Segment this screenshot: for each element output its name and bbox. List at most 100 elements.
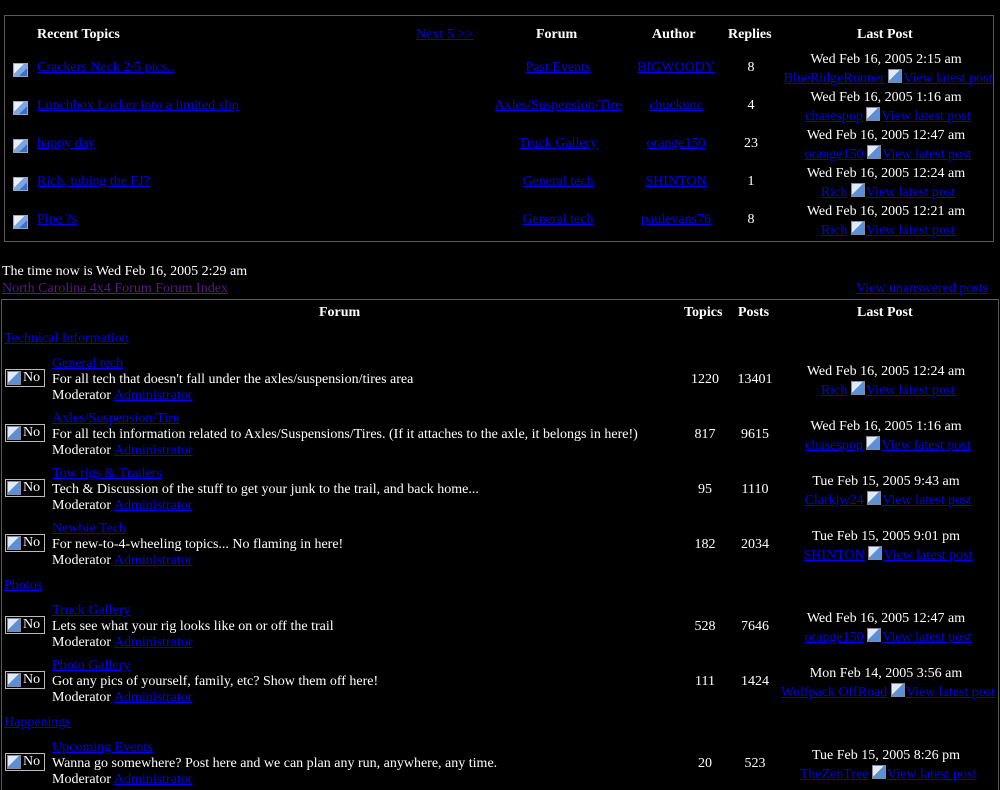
recent-topic-link[interactable]: Rich, tubing the FJ?	[37, 174, 150, 190]
forum-lastpost-poster[interactable]: Wolfpack OffRoad	[781, 685, 887, 700]
recent-forum-link[interactable]: General tech	[490, 212, 626, 228]
view-latest-icon	[890, 683, 905, 697]
forum-lastpost-date: Tue Feb 15, 2005 9:01 pm	[811, 529, 961, 544]
view-latest-icon	[867, 145, 882, 159]
forum-status-icon: No	[5, 424, 45, 442]
forum-moderator: Moderator Administrator	[52, 498, 192, 514]
category-link[interactable]: Happenings	[4, 715, 71, 731]
recent-lastpost-poster[interactable]: Rich	[821, 185, 847, 200]
forum-lastpost-line: Clarkjw24 View latest post	[776, 491, 1000, 509]
topics-header: Topics	[684, 305, 723, 320]
forum-lastpost-poster[interactable]: Rich	[821, 383, 847, 398]
forum-lastpost-poster[interactable]: chasespop	[805, 438, 863, 453]
recent-author-link[interactable]: orange150	[628, 136, 724, 152]
no-new-posts-label: No	[23, 672, 41, 687]
view-latest-post-link[interactable]: View latest post	[903, 71, 992, 86]
view-latest-post-link[interactable]: View latest post	[866, 185, 955, 200]
next-5-link[interactable]: Next 5 >>	[416, 27, 473, 43]
folder-icon	[7, 755, 21, 769]
recent-forum-link[interactable]: Truck Gallery	[490, 136, 626, 152]
recent-author-link[interactable]: BIGWOODY	[628, 60, 724, 76]
forum-moderator: Moderator Administrator	[52, 772, 192, 788]
forum-description: For all tech information related to Axle…	[52, 427, 638, 442]
folder-icon	[7, 536, 21, 550]
unanswered-posts-link[interactable]: View unanswered posts	[856, 281, 988, 297]
recent-topic-link[interactable]: Lunchbox Locker into a limited slip	[37, 98, 239, 114]
recent-forum-link[interactable]: Axles/Suspension/Tire	[490, 98, 626, 114]
forum-status-icon: No	[5, 534, 45, 552]
view-latest-post-link[interactable]: View latest post	[881, 438, 970, 453]
forum-lastpost-line: Wolfpack OffRoad View latest post	[776, 683, 1000, 701]
view-latest-icon	[850, 221, 865, 235]
moderator-link[interactable]: Administrator	[114, 690, 193, 705]
view-latest-post-link[interactable]: View latest post	[882, 493, 971, 508]
view-latest-post-link[interactable]: View latest post	[866, 383, 955, 398]
forum-description: Wanna go somewhere? Post here and we can…	[52, 756, 498, 771]
forum-moderator: Moderator Administrator	[52, 690, 192, 706]
forum-moderator: Moderator Administrator	[52, 388, 192, 404]
no-new-posts-label: No	[23, 370, 41, 385]
moderator-link[interactable]: Administrator	[114, 498, 193, 513]
recent-author-link[interactable]: paulevans76	[628, 212, 724, 228]
recent-forum-link[interactable]: General tech	[490, 174, 626, 190]
moderator-label: Moderator	[52, 443, 114, 458]
recent-lastpost-poster[interactable]: Rich	[821, 223, 847, 238]
forum-name-link[interactable]: Photo Gallery	[52, 658, 130, 674]
moderator-link[interactable]: Administrator	[114, 772, 193, 787]
recent-forum-link[interactable]: Past Events	[490, 60, 626, 76]
view-latest-post-link[interactable]: View latest post	[866, 223, 955, 238]
forum-lastpost-poster[interactable]: Clarkjw24	[805, 493, 864, 508]
moderator-link[interactable]: Administrator	[114, 388, 193, 403]
forum-lastpost-poster[interactable]: TheZenTree	[800, 767, 869, 782]
no-new-posts-label: No	[23, 535, 41, 550]
forum-name-link[interactable]: Tow rigs & Trailers	[52, 466, 162, 482]
forum-name-link[interactable]: Truck Gallery	[52, 603, 130, 619]
recent-replies-count: 1	[747, 174, 755, 189]
recent-topic-link[interactable]: happy day	[37, 136, 95, 152]
forum-name-link[interactable]: Axles/Suspension/Tire	[52, 411, 179, 427]
forum-topics-count: 528	[694, 619, 716, 634]
recent-forum-header: Forum	[536, 27, 578, 42]
moderator-link[interactable]: Administrator	[114, 443, 193, 458]
moderator-link[interactable]: Administrator	[114, 635, 193, 650]
recent-lastpost-poster[interactable]: chasespop	[805, 109, 863, 124]
forum-status-icon: No	[5, 479, 45, 497]
forum-lastpost-date: Wed Feb 16, 2005 12:47 am	[806, 611, 966, 626]
forum-index-link[interactable]: North Carolina 4x4 Forum Forum Index	[2, 281, 228, 297]
recent-topic-link[interactable]: Pipe ?s	[37, 212, 77, 228]
recent-lastpost-line: Rich View latest post	[776, 183, 1000, 201]
forum-name-link[interactable]: Upcoming Events	[52, 740, 153, 756]
recent-lastpost-poster[interactable]: orange150	[805, 147, 864, 162]
view-latest-post-link[interactable]: View latest post	[887, 767, 976, 782]
forum-lastpost-date: Tue Feb 15, 2005 9:43 am	[812, 474, 960, 489]
view-latest-post-link[interactable]: View latest post	[882, 630, 971, 645]
view-latest-post-link[interactable]: View latest post	[881, 109, 970, 124]
forum-name-link[interactable]: General tech	[52, 356, 123, 372]
view-latest-post-link[interactable]: View latest post	[906, 685, 995, 700]
recent-topics-heading: Recent Topics	[37, 27, 120, 42]
forum-posts-count: 1110	[741, 482, 769, 497]
moderator-label: Moderator	[52, 635, 114, 650]
forum-lastpost-line: TheZenTree View latest post	[776, 765, 1000, 783]
moderator-label: Moderator	[52, 553, 114, 568]
forum-lastpost-line: chasespop View latest post	[776, 436, 1000, 454]
recent-topic-link[interactable]: Crackers Neck 2/5 pics..	[37, 60, 174, 76]
forum-description: Lets see what your rig looks like on or …	[52, 619, 334, 634]
forum-posts-count: 7646	[741, 619, 769, 634]
view-latest-post-link[interactable]: View latest post	[883, 548, 972, 563]
forum-name-link[interactable]: Newbie Tech	[52, 521, 126, 537]
forum-lastpost-poster[interactable]: orange150	[805, 630, 864, 645]
current-time-text: The time now is Wed Feb 16, 2005 2:29 am	[2, 264, 248, 279]
topic-icon	[13, 101, 28, 115]
moderator-link[interactable]: Administrator	[114, 553, 193, 568]
forum-status-icon: No	[5, 616, 45, 634]
recent-lastpost-poster[interactable]: BlueRidgeRunner	[784, 71, 885, 86]
recent-author-link[interactable]: chuckunc	[628, 98, 724, 114]
view-latest-post-link[interactable]: View latest post	[882, 147, 971, 162]
category-link[interactable]: Photos	[4, 578, 42, 594]
forum-lastpost-line: orange150 View latest post	[776, 628, 1000, 646]
forum-lastpost-poster[interactable]: SHINTON	[803, 548, 864, 563]
recent-author-link[interactable]: SHINTON	[628, 174, 724, 190]
category-link[interactable]: Technical Information	[4, 331, 129, 347]
recent-author-header: Author	[652, 27, 696, 42]
